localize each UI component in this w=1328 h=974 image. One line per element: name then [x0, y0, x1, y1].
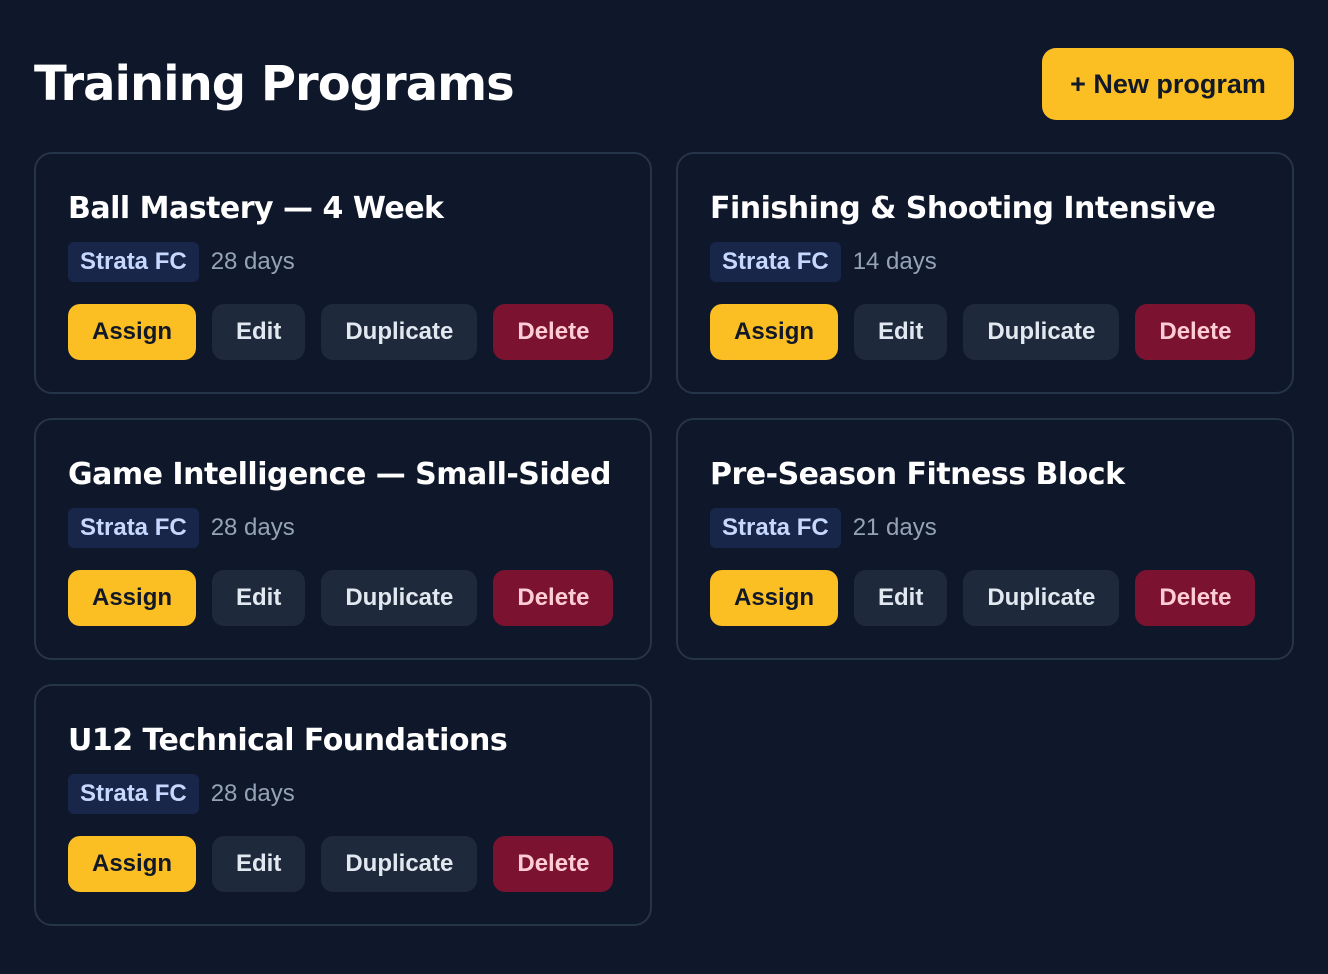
program-card: Game Intelligence — Small-Sided Strata F… [34, 418, 652, 660]
program-actions: Assign Edit Duplicate Delete [68, 836, 618, 892]
program-duration: 21 days [852, 514, 937, 541]
program-meta: Strata FC 28 days [68, 774, 618, 814]
program-title: Ball Mastery — 4 Week [68, 191, 444, 226]
club-badge: Strata FC [710, 242, 841, 282]
duplicate-button[interactable]: Duplicate [963, 570, 1120, 626]
program-duration: 14 days [852, 248, 937, 275]
program-duration: 28 days [210, 780, 295, 807]
page-header: Training Programs + New program [34, 48, 1294, 120]
edit-button[interactable]: Edit [212, 570, 306, 626]
delete-button[interactable]: Delete [1135, 304, 1256, 360]
delete-button[interactable]: Delete [493, 570, 614, 626]
program-title: Pre-Season Fitness Block [710, 457, 1125, 492]
delete-button[interactable]: Delete [493, 304, 614, 360]
program-meta: Strata FC 28 days [68, 242, 618, 282]
program-meta: Strata FC 28 days [68, 508, 618, 548]
program-title: U12 Technical Foundations [68, 723, 508, 758]
club-badge: Strata FC [68, 242, 199, 282]
program-duration: 28 days [210, 514, 295, 541]
program-meta: Strata FC 21 days [710, 508, 1260, 548]
program-card: Ball Mastery — 4 Week Strata FC 28 days … [34, 152, 652, 394]
assign-button[interactable]: Assign [710, 304, 839, 360]
duplicate-button[interactable]: Duplicate [321, 570, 478, 626]
club-badge: Strata FC [710, 508, 841, 548]
edit-button[interactable]: Edit [854, 304, 948, 360]
program-card: Pre-Season Fitness Block Strata FC 21 da… [676, 418, 1294, 660]
club-badge: Strata FC [68, 508, 199, 548]
program-card: U12 Technical Foundations Strata FC 28 d… [34, 684, 652, 926]
duplicate-button[interactable]: Duplicate [963, 304, 1120, 360]
duplicate-button[interactable]: Duplicate [321, 836, 478, 892]
delete-button[interactable]: Delete [1135, 570, 1256, 626]
edit-button[interactable]: Edit [212, 836, 306, 892]
program-actions: Assign Edit Duplicate Delete [68, 304, 618, 360]
assign-button[interactable]: Assign [68, 836, 197, 892]
program-title: Finishing & Shooting Intensive [710, 191, 1216, 226]
program-meta: Strata FC 14 days [710, 242, 1260, 282]
assign-button[interactable]: Assign [68, 304, 197, 360]
program-actions: Assign Edit Duplicate Delete [68, 570, 618, 626]
edit-button[interactable]: Edit [854, 570, 948, 626]
delete-button[interactable]: Delete [493, 836, 614, 892]
program-card: Finishing & Shooting Intensive Strata FC… [676, 152, 1294, 394]
program-actions: Assign Edit Duplicate Delete [710, 570, 1260, 626]
assign-button[interactable]: Assign [710, 570, 839, 626]
program-title: Game Intelligence — Small-Sided [68, 457, 612, 492]
new-program-button[interactable]: + New program [1042, 48, 1294, 120]
page-title: Training Programs [34, 56, 515, 112]
program-grid: Ball Mastery — 4 Week Strata FC 28 days … [34, 152, 1294, 926]
edit-button[interactable]: Edit [212, 304, 306, 360]
program-duration: 28 days [210, 248, 295, 275]
duplicate-button[interactable]: Duplicate [321, 304, 478, 360]
assign-button[interactable]: Assign [68, 570, 197, 626]
club-badge: Strata FC [68, 774, 199, 814]
program-actions: Assign Edit Duplicate Delete [710, 304, 1260, 360]
